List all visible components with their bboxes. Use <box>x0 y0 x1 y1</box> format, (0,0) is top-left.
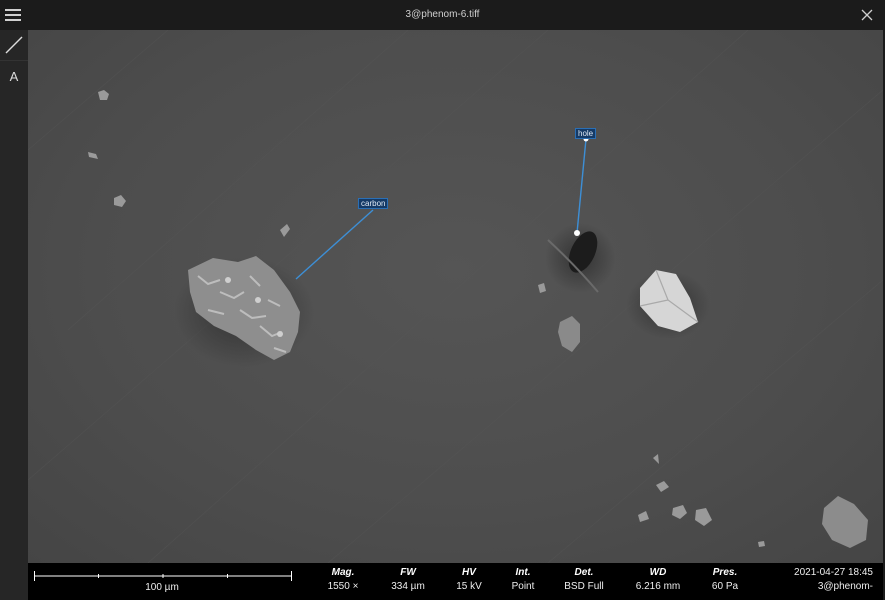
acquisition-meta: 2021-04-27 18:45 3@phenom- <box>794 567 873 592</box>
debris-particle <box>653 454 659 464</box>
scale-bar-label: 100 µm <box>145 582 179 593</box>
wd-value: 6.216 mm <box>635 581 681 592</box>
fw-field: FW 334 µm <box>383 567 433 592</box>
pres-value: 60 Pa <box>711 581 739 592</box>
int-value: Point <box>511 581 535 592</box>
debris-particle <box>98 90 109 100</box>
det-field: Det. BSD Full <box>554 567 614 592</box>
acquisition-source: 3@phenom- <box>817 581 873 592</box>
fw-value: 334 µm <box>391 581 425 592</box>
title-bar: 3@phenom-6.tiff <box>0 0 885 30</box>
debris-particle <box>114 195 126 207</box>
annotation-handle[interactable] <box>574 230 580 236</box>
debris-particle <box>822 496 868 548</box>
det-header: Det. <box>574 567 594 578</box>
text-tool-button[interactable]: A <box>0 62 28 92</box>
int-field: Int. Point <box>498 567 548 592</box>
debris-particle <box>538 283 546 293</box>
mag-value: 1550 × <box>327 581 359 592</box>
debris-particle <box>88 152 98 159</box>
acquisition-datetime: 2021-04-27 18:45 <box>794 567 873 578</box>
mag-field: Mag. 1550 × <box>318 567 368 592</box>
scale-bar <box>34 571 292 581</box>
annotation-toolbar: A <box>0 30 28 600</box>
debris-particle <box>758 541 765 547</box>
debris-particle <box>695 508 712 526</box>
wd-field: WD 6.216 mm <box>626 567 690 592</box>
int-header: Int. <box>515 567 531 578</box>
debris-particle <box>672 505 687 519</box>
hv-header: HV <box>462 567 476 578</box>
carbon-particle <box>174 256 314 367</box>
sem-databar: 100 µm Mag. 1550 × FW 334 µm HV 15 kV In… <box>28 563 883 600</box>
wd-header: WD <box>649 567 667 578</box>
det-value: BSD Full <box>564 581 604 592</box>
sem-image <box>28 30 883 563</box>
debris-particle <box>638 511 649 522</box>
carbon-annotation-label[interactable]: carbon <box>358 198 389 209</box>
mag-header: Mag. <box>331 567 355 578</box>
debris-particle <box>656 481 669 492</box>
debris-particle <box>558 316 580 352</box>
hole-annotation-line[interactable] <box>576 138 587 234</box>
pres-field: Pres. 60 Pa <box>700 567 750 592</box>
hv-value: 15 kV <box>456 581 482 592</box>
hv-field: HV 15 kV <box>444 567 494 592</box>
debris-particle <box>280 224 290 237</box>
hole-annotation-label[interactable]: hole <box>575 128 597 139</box>
carbon-annotation-line[interactable] <box>295 209 374 280</box>
sem-image-canvas[interactable]: carbon hole <box>28 30 883 563</box>
line-tool-icon[interactable] <box>0 30 28 61</box>
hole-feature <box>545 223 615 293</box>
bright-crystal <box>626 269 710 339</box>
pres-header: Pres. <box>712 567 738 578</box>
fw-header: FW <box>400 567 416 578</box>
window-title: 3@phenom-6.tiff <box>405 9 480 20</box>
close-icon[interactable] <box>859 7 875 23</box>
